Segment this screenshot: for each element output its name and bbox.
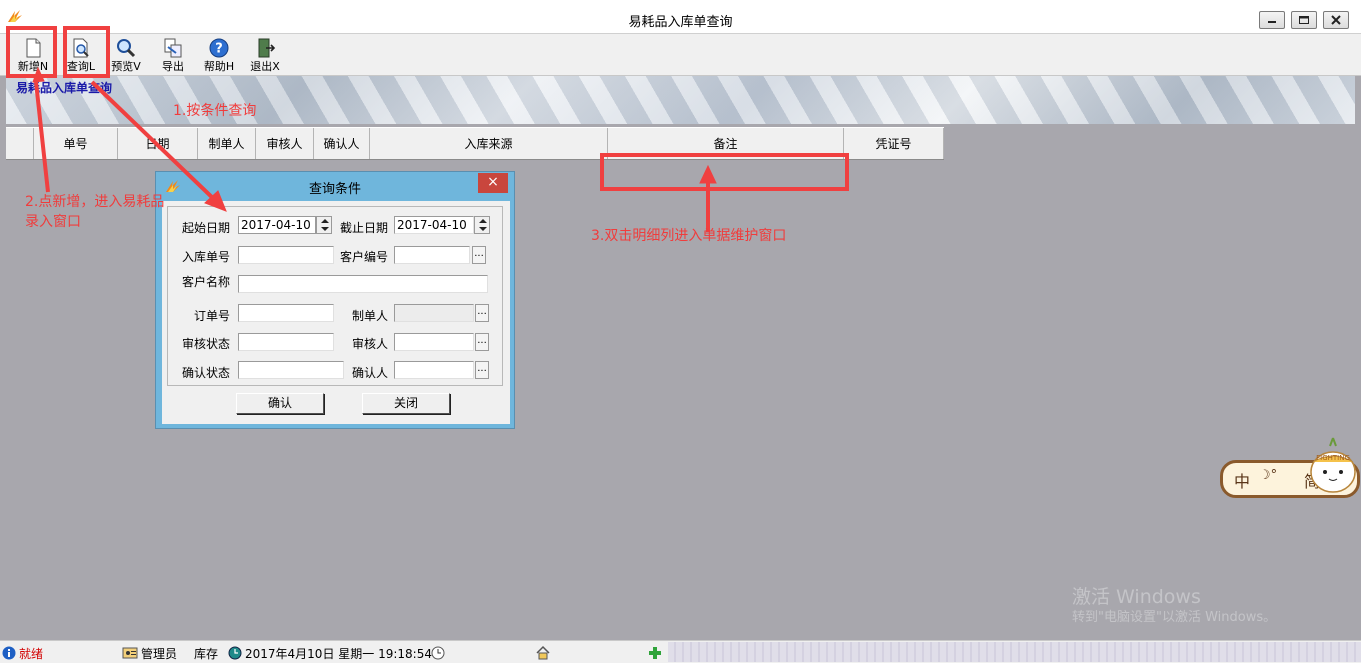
status-ready: 就绪 bbox=[2, 644, 43, 662]
annotation-step1: 1.按条件查询 bbox=[173, 103, 257, 119]
annotation-step2-line2: 录入窗口 bbox=[25, 214, 81, 230]
ime-halfwidth-moon-icon[interactable]: ☽° bbox=[1259, 468, 1277, 483]
user-icon bbox=[122, 647, 138, 659]
confirmer-label: 确认人 bbox=[352, 366, 389, 380]
export-button-label: 导出 bbox=[162, 60, 184, 73]
export-button[interactable]: 导出 bbox=[151, 36, 195, 74]
dialog-close-button[interactable]: × bbox=[478, 173, 508, 193]
order-no-field[interactable] bbox=[238, 246, 334, 264]
confirmer-lookup-button[interactable]: ... bbox=[475, 361, 489, 379]
grid-col-auditor[interactable]: 审核人 bbox=[256, 128, 314, 159]
customer-name-label: 客户名称 bbox=[182, 275, 231, 289]
ok-button[interactable]: 确认 bbox=[236, 393, 324, 414]
annotation-box-new bbox=[6, 26, 57, 78]
query-conditions-dialog: 查询条件 × 起始日期 2017-04-10 截止日期 2017-04-10 入… bbox=[155, 171, 515, 429]
status-user-text: 管理员 bbox=[141, 646, 178, 661]
confirm-status-label: 确认状态 bbox=[182, 366, 231, 380]
close-icon bbox=[1331, 15, 1341, 25]
grid-col-voucher[interactable]: 凭证号 bbox=[844, 128, 944, 159]
home-icon bbox=[536, 645, 550, 660]
restore-icon bbox=[1299, 16, 1309, 24]
confirmer-field[interactable] bbox=[394, 361, 474, 379]
exit-button[interactable]: 退出X bbox=[243, 36, 287, 74]
status-user: 管理员 bbox=[122, 644, 177, 662]
order-no-label: 入库单号 bbox=[182, 250, 231, 264]
status-bar: 就绪 管理员 库存 2017年4月10日 星期一 19:18:54 bbox=[0, 640, 1361, 663]
activate-windows-watermark: 激活 Windows bbox=[1072, 586, 1201, 608]
minimize-button[interactable] bbox=[1259, 11, 1285, 29]
grid-col-date[interactable]: 日期 bbox=[118, 128, 198, 159]
conditions-group: 起始日期 2017-04-10 截止日期 2017-04-10 入库单号 客户编… bbox=[167, 206, 503, 386]
dialog-body: 起始日期 2017-04-10 截止日期 2017-04-10 入库单号 客户编… bbox=[162, 201, 510, 424]
customer-name-field[interactable] bbox=[238, 275, 488, 293]
minimize-icon bbox=[1268, 21, 1276, 23]
po-no-label: 订单号 bbox=[194, 309, 231, 323]
auditor-lookup-button[interactable]: ... bbox=[475, 333, 489, 351]
auditor-field[interactable] bbox=[394, 333, 474, 351]
maximize-button[interactable] bbox=[1291, 11, 1317, 29]
start-date-field[interactable]: 2017-04-10 bbox=[238, 216, 316, 234]
preview-button-label: 预览V bbox=[111, 60, 141, 73]
start-date-spinner[interactable] bbox=[316, 216, 332, 234]
auditor-label: 审核人 bbox=[352, 337, 389, 351]
maker-field[interactable] bbox=[394, 304, 474, 322]
status-clock-button[interactable] bbox=[430, 644, 449, 662]
clock-icon bbox=[431, 646, 445, 660]
toolbar: 新增N 查询L 预览V 导出 ? 帮助H 退出X bbox=[0, 34, 1361, 76]
annotation-step2-line1: 2.点新增，进入易耗品 bbox=[25, 194, 165, 210]
ime-mascot-icon: FIGHTING bbox=[1310, 437, 1356, 493]
exit-door-icon bbox=[258, 38, 276, 58]
dialog-title: 查询条件 bbox=[308, 182, 361, 197]
dialog-title-bar: 查询条件 × bbox=[156, 172, 514, 200]
end-date-spinner[interactable] bbox=[474, 216, 490, 234]
help-button[interactable]: ? 帮助H bbox=[197, 36, 241, 74]
banner-title: 易耗品入库单查询 bbox=[16, 81, 113, 95]
status-datetime: 2017年4月10日 星期一 19:18:54 bbox=[228, 644, 432, 662]
status-add-button[interactable] bbox=[648, 644, 665, 662]
preview-magnifier-icon bbox=[117, 39, 136, 58]
status-home-button[interactable] bbox=[535, 644, 554, 662]
grid-col-source[interactable]: 入库来源 bbox=[370, 128, 608, 159]
audit-status-label: 审核状态 bbox=[182, 337, 231, 351]
ime-status-widget[interactable]: 中 ☽° 简 FIGHTING bbox=[1220, 432, 1360, 500]
plus-icon bbox=[649, 647, 661, 659]
grid-col-confirmer[interactable]: 确认人 bbox=[314, 128, 370, 159]
customer-no-label: 客户编号 bbox=[340, 250, 389, 264]
status-module: 库存 bbox=[194, 646, 219, 661]
close-dialog-button[interactable]: 关闭 bbox=[362, 393, 450, 414]
ime-chinese-mode[interactable]: 中 bbox=[1234, 468, 1250, 492]
end-date-field[interactable]: 2017-04-10 bbox=[394, 216, 474, 234]
audit-status-field[interactable] bbox=[238, 333, 334, 351]
grid-col-maker[interactable]: 制单人 bbox=[198, 128, 256, 159]
customer-no-lookup-button[interactable]: ... bbox=[472, 246, 486, 264]
export-icon bbox=[164, 38, 182, 58]
exit-button-label: 退出X bbox=[250, 60, 280, 73]
help-button-label: 帮助H bbox=[203, 60, 235, 73]
help-icon: ? bbox=[209, 38, 229, 58]
status-datetime-text: 2017年4月10日 星期一 19:18:54 bbox=[245, 646, 432, 661]
maker-label: 制单人 bbox=[352, 309, 389, 323]
maker-lookup-button[interactable]: ... bbox=[475, 304, 489, 322]
start-date-label: 起始日期 bbox=[182, 221, 231, 235]
grid-col-indicator[interactable] bbox=[6, 128, 34, 159]
status-bar-pattern bbox=[668, 642, 1361, 662]
clock-globe-icon bbox=[228, 646, 242, 660]
annotation-box-query bbox=[63, 26, 110, 78]
title-bar: 易耗品入库单查询 bbox=[0, 0, 1361, 34]
status-ready-text: 就绪 bbox=[19, 646, 44, 661]
ime-mascot-badge: FIGHTING bbox=[1316, 454, 1350, 462]
activate-windows-hint: 转到"电脑设置"以激活 Windows。 bbox=[1072, 610, 1277, 625]
close-button[interactable] bbox=[1323, 11, 1349, 29]
window-title: 易耗品入库单查询 bbox=[628, 15, 733, 30]
grid-col-order-no[interactable]: 单号 bbox=[34, 128, 118, 159]
preview-button[interactable]: 预览V bbox=[104, 36, 148, 74]
end-date-label: 截止日期 bbox=[340, 221, 389, 235]
confirm-status-field[interactable] bbox=[238, 361, 344, 379]
annotation-box-remark bbox=[600, 153, 849, 191]
customer-no-field[interactable] bbox=[394, 246, 470, 264]
info-icon bbox=[2, 646, 16, 660]
po-no-field[interactable] bbox=[238, 304, 334, 322]
annotation-step3: 3.双击明细列进入单据维护窗口 bbox=[591, 228, 787, 244]
svg-text:?: ? bbox=[215, 42, 223, 57]
